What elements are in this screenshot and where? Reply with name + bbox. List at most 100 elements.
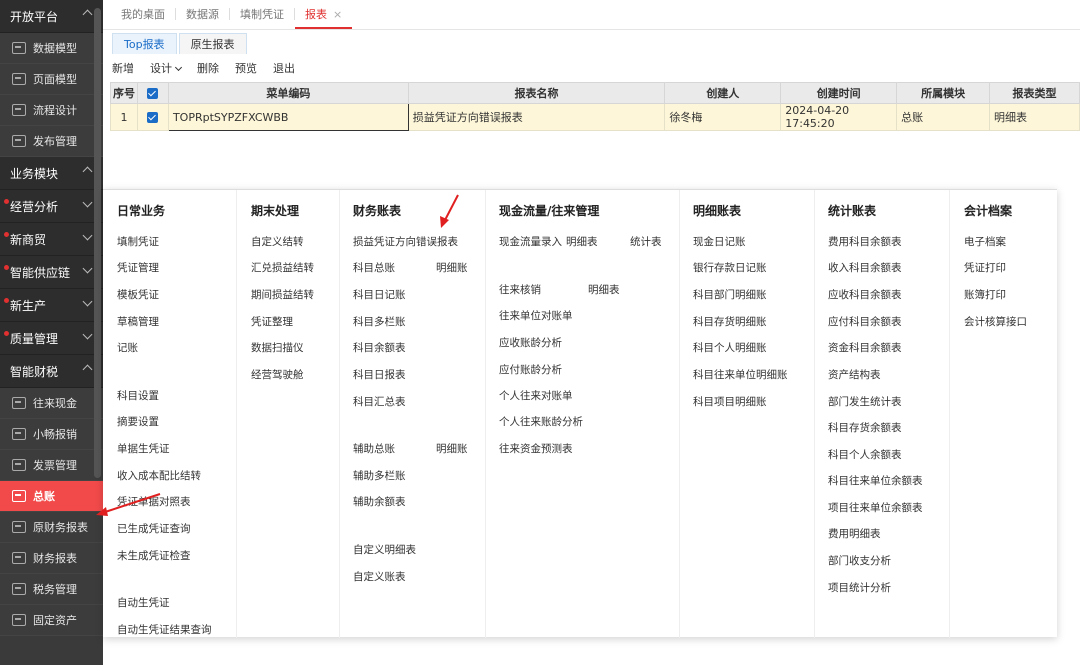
menu-item-detail[interactable]: 科目个人明细账	[693, 340, 767, 355]
menu-item-cash[interactable]: 往来核销	[499, 282, 541, 297]
menu-item-cash[interactable]: 应付账龄分析	[499, 362, 562, 377]
select-all-checkbox[interactable]	[147, 88, 159, 99]
sidebar-group-analysis[interactable]: 经营分析	[0, 190, 103, 223]
row-select[interactable]	[136, 103, 169, 131]
menu-item-cash[interactable]: 应收账龄分析	[499, 335, 562, 350]
sidebar-group-supply[interactable]: 智能供应链	[0, 256, 103, 289]
subtab-native-report[interactable]: 原生报表	[178, 33, 247, 54]
menu-item-finance[interactable]: 科目余额表	[353, 340, 406, 355]
sidebar-item-flow-design[interactable]: 流程设计	[0, 95, 103, 126]
sidebar-item-ledger[interactable]: 总账	[0, 481, 103, 512]
col-header-creator[interactable]: 创建人	[664, 82, 782, 104]
menu-item-archive[interactable]: 账簿打印	[964, 287, 1006, 302]
col-header-time[interactable]: 创建时间	[780, 82, 898, 104]
menu-item-period[interactable]: 凭证整理	[251, 314, 293, 329]
sidebar-item-cash[interactable]: 往来现金	[0, 388, 103, 419]
menu-item-stats[interactable]: 科目存货余额表	[828, 420, 902, 435]
menu-item-finance[interactable]: 损益凭证方向错误报表	[353, 234, 458, 249]
menu-item-stats[interactable]: 部门收支分析	[828, 553, 891, 568]
sidebar-item-data-model[interactable]: 数据模型	[0, 33, 103, 64]
row-name[interactable]: 损益凭证方向错误报表	[407, 103, 666, 131]
sidebar-item-reports[interactable]: 财务报表	[0, 543, 103, 574]
menu-item-stats[interactable]: 部门发生统计表	[828, 394, 902, 409]
menu-item-finance[interactable]: 科目日记账	[353, 287, 406, 302]
exit-button[interactable]: 退出	[273, 60, 295, 76]
menu-item-stats[interactable]: 科目个人余额表	[828, 447, 902, 462]
preview-button[interactable]: 预览	[235, 60, 257, 76]
menu-item-finance[interactable]: 明细账	[436, 441, 468, 456]
sidebar-group-production[interactable]: 新生产	[0, 289, 103, 322]
menu-item-stats[interactable]: 资产结构表	[828, 367, 881, 382]
menu-item-cash[interactable]: 个人往来对账单	[499, 388, 573, 403]
sidebar-item-expense[interactable]: 小畅报销	[0, 419, 103, 450]
menu-item-detail[interactable]: 科目往来单位明细账	[693, 367, 788, 382]
col-header-select[interactable]	[136, 82, 169, 104]
col-header-code[interactable]: 菜单编码	[167, 82, 409, 104]
menu-item-archive[interactable]: 会计核算接口	[964, 314, 1027, 329]
menu-item-daily[interactable]: 草稿管理	[117, 314, 159, 329]
sidebar-item-assets[interactable]: 固定资产	[0, 605, 103, 636]
delete-button[interactable]: 删除	[197, 60, 219, 76]
sidebar-group-trade[interactable]: 新商贸	[0, 223, 103, 256]
menu-item-finance[interactable]: 明细账	[436, 260, 468, 275]
menu-item-stats[interactable]: 项目统计分析	[828, 580, 891, 595]
menu-item-cash[interactable]: 明细表	[588, 282, 620, 297]
col-header-module[interactable]: 所属模块	[896, 82, 991, 104]
col-header-type[interactable]: 报表类型	[989, 82, 1080, 104]
menu-item-detail[interactable]: 科目项目明细账	[693, 394, 767, 409]
menu-item-detail[interactable]: 科目存货明细账	[693, 314, 767, 329]
tab-voucher[interactable]: 填制凭证	[230, 6, 294, 29]
menu-item-detail[interactable]: 科目部门明细账	[693, 287, 767, 302]
tab-datasource[interactable]: 数据源	[176, 6, 229, 29]
subtab-top-report[interactable]: Top报表	[112, 33, 177, 54]
menu-item-archive[interactable]: 电子档案	[964, 234, 1006, 249]
sidebar-group-open-platform[interactable]: 开放平台	[0, 0, 103, 33]
menu-item-daily[interactable]: 自动生凭证	[117, 595, 170, 610]
sidebar-item-publish[interactable]: 发布管理	[0, 126, 103, 157]
sidebar-group-business[interactable]: 业务模块	[0, 157, 103, 190]
menu-item-daily[interactable]: 记账	[117, 340, 138, 355]
menu-item-finance[interactable]: 科目日报表	[353, 367, 406, 382]
menu-item-stats[interactable]: 收入科目余额表	[828, 260, 902, 275]
menu-item-finance[interactable]: 科目总账	[353, 260, 395, 275]
new-button[interactable]: 新增	[112, 60, 134, 76]
menu-item-detail[interactable]: 银行存款日记账	[693, 260, 767, 275]
sidebar-item-old-reports[interactable]: 原财务报表	[0, 512, 103, 543]
menu-item-period[interactable]: 汇兑损益结转	[251, 260, 314, 275]
menu-item-daily[interactable]: 摘要设置	[117, 414, 159, 429]
menu-item-period[interactable]: 经营驾驶舱	[251, 367, 304, 382]
menu-item-daily[interactable]: 凭证管理	[117, 260, 159, 275]
tab-report[interactable]: 报表 ×	[295, 6, 353, 29]
sidebar-scrollbar[interactable]	[94, 8, 101, 478]
menu-item-daily[interactable]: 自动生凭证结果查询	[117, 622, 212, 637]
menu-item-stats[interactable]: 应收科目余额表	[828, 287, 902, 302]
menu-item-archive[interactable]: 凭证打印	[964, 260, 1006, 275]
design-button[interactable]: 设计	[150, 60, 183, 76]
menu-item-cash[interactable]: 明细表	[566, 234, 598, 249]
menu-item-cash[interactable]: 往来单位对账单	[499, 308, 573, 323]
menu-item-stats[interactable]: 费用明细表	[828, 526, 881, 541]
tab-desktop[interactable]: 我的桌面	[111, 6, 175, 29]
sidebar-group-quality[interactable]: 质量管理	[0, 322, 103, 355]
menu-item-stats[interactable]: 项目往来单位余额表	[828, 500, 923, 515]
menu-item-finance[interactable]: 自定义账表	[353, 569, 406, 584]
menu-item-stats[interactable]: 资金科目余额表	[828, 340, 902, 355]
menu-item-cash[interactable]: 统计表	[630, 234, 662, 249]
row-type[interactable]: 明细表	[989, 103, 1080, 131]
menu-item-daily[interactable]: 填制凭证	[117, 234, 159, 249]
menu-item-daily[interactable]: 未生成凭证检查	[117, 548, 191, 563]
menu-item-daily[interactable]: 收入成本配比结转	[117, 468, 201, 483]
row-checkbox[interactable]	[147, 112, 159, 123]
menu-item-cash[interactable]: 个人往来账龄分析	[499, 414, 583, 429]
menu-item-daily[interactable]: 模板凭证	[117, 287, 159, 302]
sidebar-item-invoice[interactable]: 发票管理	[0, 450, 103, 481]
menu-item-cash[interactable]: 往来资金预测表	[499, 441, 573, 456]
row-code[interactable]: TOPRptSYPZFXCWBB	[167, 103, 409, 131]
menu-item-finance[interactable]: 自定义明细表	[353, 542, 416, 557]
table-row[interactable]: 1 TOPRptSYPZFXCWBB 损益凭证方向错误报表 徐冬梅 2024-0…	[110, 103, 1080, 131]
menu-item-finance[interactable]: 科目多栏账	[353, 314, 406, 329]
menu-item-daily[interactable]: 已生成凭证查询	[117, 521, 191, 536]
menu-item-stats[interactable]: 应付科目余额表	[828, 314, 902, 329]
menu-item-finance[interactable]: 辅助余额表	[353, 494, 406, 509]
row-module[interactable]: 总账	[896, 103, 991, 131]
